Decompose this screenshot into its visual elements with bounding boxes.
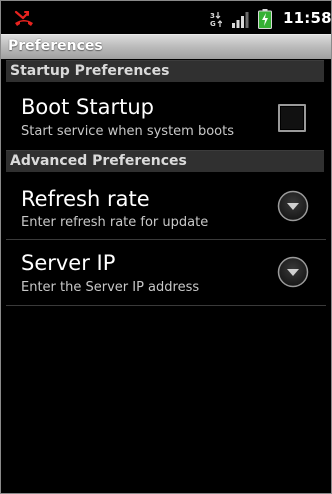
- svg-text:G: G: [210, 20, 216, 28]
- boot-startup-checkbox[interactable]: [278, 104, 306, 132]
- category-startup-preferences: Startup Preferences: [6, 60, 324, 82]
- signal-icon: [232, 12, 249, 28]
- status-clock: 11:58: [283, 9, 332, 27]
- category-label: Advanced Preferences: [10, 153, 187, 169]
- pref-refresh-rate[interactable]: Refresh rate Enter refresh rate for upda…: [6, 174, 324, 239]
- pref-summary: Start service when system boots: [21, 124, 234, 139]
- window-title: Preferences: [8, 38, 103, 54]
- missed-call-icon[interactable]: [13, 9, 35, 27]
- pref-summary: Enter refresh rate for update: [21, 215, 209, 230]
- server-ip-dropdown-icon[interactable]: [277, 256, 309, 288]
- app-frame: 3 G 11:58 Preferences Startup Preference…: [0, 0, 332, 494]
- status-bar: 3 G 11:58: [1, 1, 331, 34]
- battery-charging-icon: [258, 9, 272, 29]
- category-label: Startup Preferences: [10, 63, 170, 79]
- title-bar: Preferences: [1, 34, 331, 59]
- pref-server-ip[interactable]: Server IP Enter the Server IP address: [6, 240, 324, 305]
- pref-boot-startup[interactable]: Boot Startup Start service when system b…: [6, 84, 324, 150]
- svg-text:3: 3: [210, 12, 215, 20]
- pref-title: Refresh rate: [21, 187, 150, 211]
- row-divider: [6, 305, 326, 306]
- pref-title: Boot Startup: [21, 95, 154, 119]
- refresh-rate-dropdown-icon[interactable]: [277, 190, 309, 222]
- pref-title: Server IP: [21, 251, 116, 275]
- category-advanced-preferences: Advanced Preferences: [6, 150, 324, 172]
- network-3g-icon: 3 G: [210, 12, 222, 28]
- pref-summary: Enter the Server IP address: [21, 280, 200, 295]
